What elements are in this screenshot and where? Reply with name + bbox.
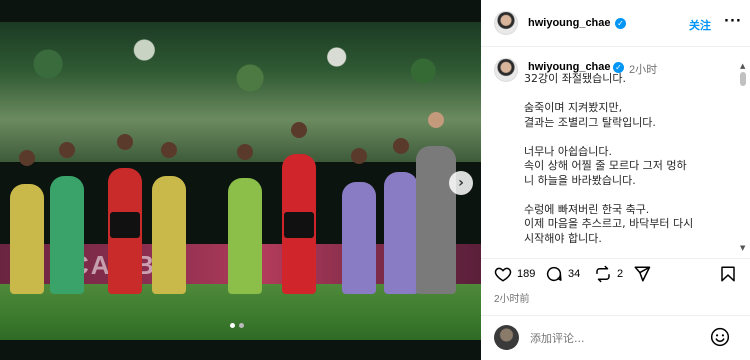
like-count: 189 (517, 268, 536, 280)
player-shorts (284, 212, 314, 238)
post-actions: 189 34 2 (481, 258, 750, 292)
emoji-icon[interactable] (710, 327, 730, 347)
viewer-avatar (494, 325, 519, 350)
comment-icon (546, 266, 562, 282)
caption-area: hwiyoung_chae ✓ 2小时 32강이 좌절됐습니다. 숨죽이며 지켜… (481, 48, 750, 258)
player-head (117, 134, 133, 150)
author-avatar[interactable] (494, 11, 518, 35)
post-time: 2小时前 (494, 294, 530, 305)
post-header: hwiyoung_chae ✓ 关注 ··· (481, 0, 750, 47)
player-figure (152, 176, 186, 294)
player-figure (342, 182, 376, 294)
player-figure (384, 172, 418, 294)
caption-line: 결과는 조별리그 탈락입니다. (524, 115, 656, 129)
share-icon (634, 266, 651, 282)
caption-author-avatar[interactable] (494, 58, 518, 82)
header-username[interactable]: hwiyoung_chae (528, 17, 611, 29)
bookmark-icon (721, 266, 735, 282)
share-button[interactable] (633, 265, 651, 283)
player-figure (228, 178, 262, 294)
heart-icon (494, 267, 512, 282)
carousel-dot[interactable] (239, 323, 244, 328)
photo-crowd (0, 22, 481, 162)
caption-text: 32강이 좌절됐습니다. 숨죽이며 지켜봤지만, 결과는 조별리그 탈락입니다.… (524, 72, 734, 246)
caption-line: 32강이 좌절됐습니다. (524, 72, 626, 85)
verified-badge-icon: ✓ (615, 18, 626, 29)
player-head (291, 122, 307, 138)
save-button[interactable] (719, 265, 737, 283)
player-head (19, 150, 35, 166)
more-options-icon[interactable]: ··· (724, 14, 742, 29)
repost-button[interactable]: 2 (594, 265, 623, 283)
caption-line: 니 하늘을 바라봤습니다. (524, 173, 636, 187)
caption-line (524, 130, 734, 145)
follow-button[interactable]: 关注 (689, 17, 711, 33)
carousel-next-button[interactable]: › (449, 171, 473, 195)
comment-button[interactable]: 34 (545, 265, 580, 283)
caption-line: 시작해야 합니다. (524, 231, 602, 245)
scrollbar-thumb[interactable] (740, 72, 746, 86)
player-head (428, 112, 444, 128)
player-shorts (110, 212, 140, 238)
carousel-dot-active[interactable] (230, 323, 235, 328)
scroll-up-icon[interactable]: ▲ (740, 62, 745, 70)
carousel-dots (230, 323, 244, 328)
caption-line: 이제 마음을 추스르고, 바닥부터 다시 (524, 217, 694, 230)
caption-scrollbar[interactable]: ▲ ▼ (740, 62, 746, 252)
player-figure (416, 146, 456, 294)
player-head (59, 142, 75, 158)
scroll-down-icon[interactable]: ▼ (740, 244, 745, 252)
caption-line: 너무나 아쉽습니다. (524, 144, 612, 158)
like-button[interactable]: 189 (494, 265, 535, 283)
player-head (237, 144, 253, 160)
player-head (351, 148, 367, 164)
repost-count: 2 (617, 268, 624, 280)
comment-count: 34 (568, 268, 581, 280)
player-head (161, 142, 177, 158)
repost-icon (596, 265, 610, 283)
caption-line (524, 188, 734, 203)
player-head (393, 138, 409, 154)
post-media: CAMBIA › (0, 0, 481, 360)
caption-line: 숨죽이며 지켜봤지만, (524, 101, 623, 114)
player-figure (10, 184, 44, 294)
post-side-panel: hwiyoung_chae ✓ 关注 ··· hwiyoung_chae ✓ 2… (481, 0, 750, 360)
caption-line: 수렁에 빠져버린 한국 축구. (524, 202, 650, 216)
comment-input[interactable] (530, 329, 680, 347)
caption-line: 속이 상해 어찔 줄 모르다 그저 멍하 (524, 159, 687, 172)
comment-bar (481, 315, 750, 360)
post-photo: CAMBIA (0, 22, 481, 340)
player-figure (50, 176, 84, 294)
caption-line (524, 87, 734, 102)
chevron-right-icon: › (458, 175, 464, 191)
